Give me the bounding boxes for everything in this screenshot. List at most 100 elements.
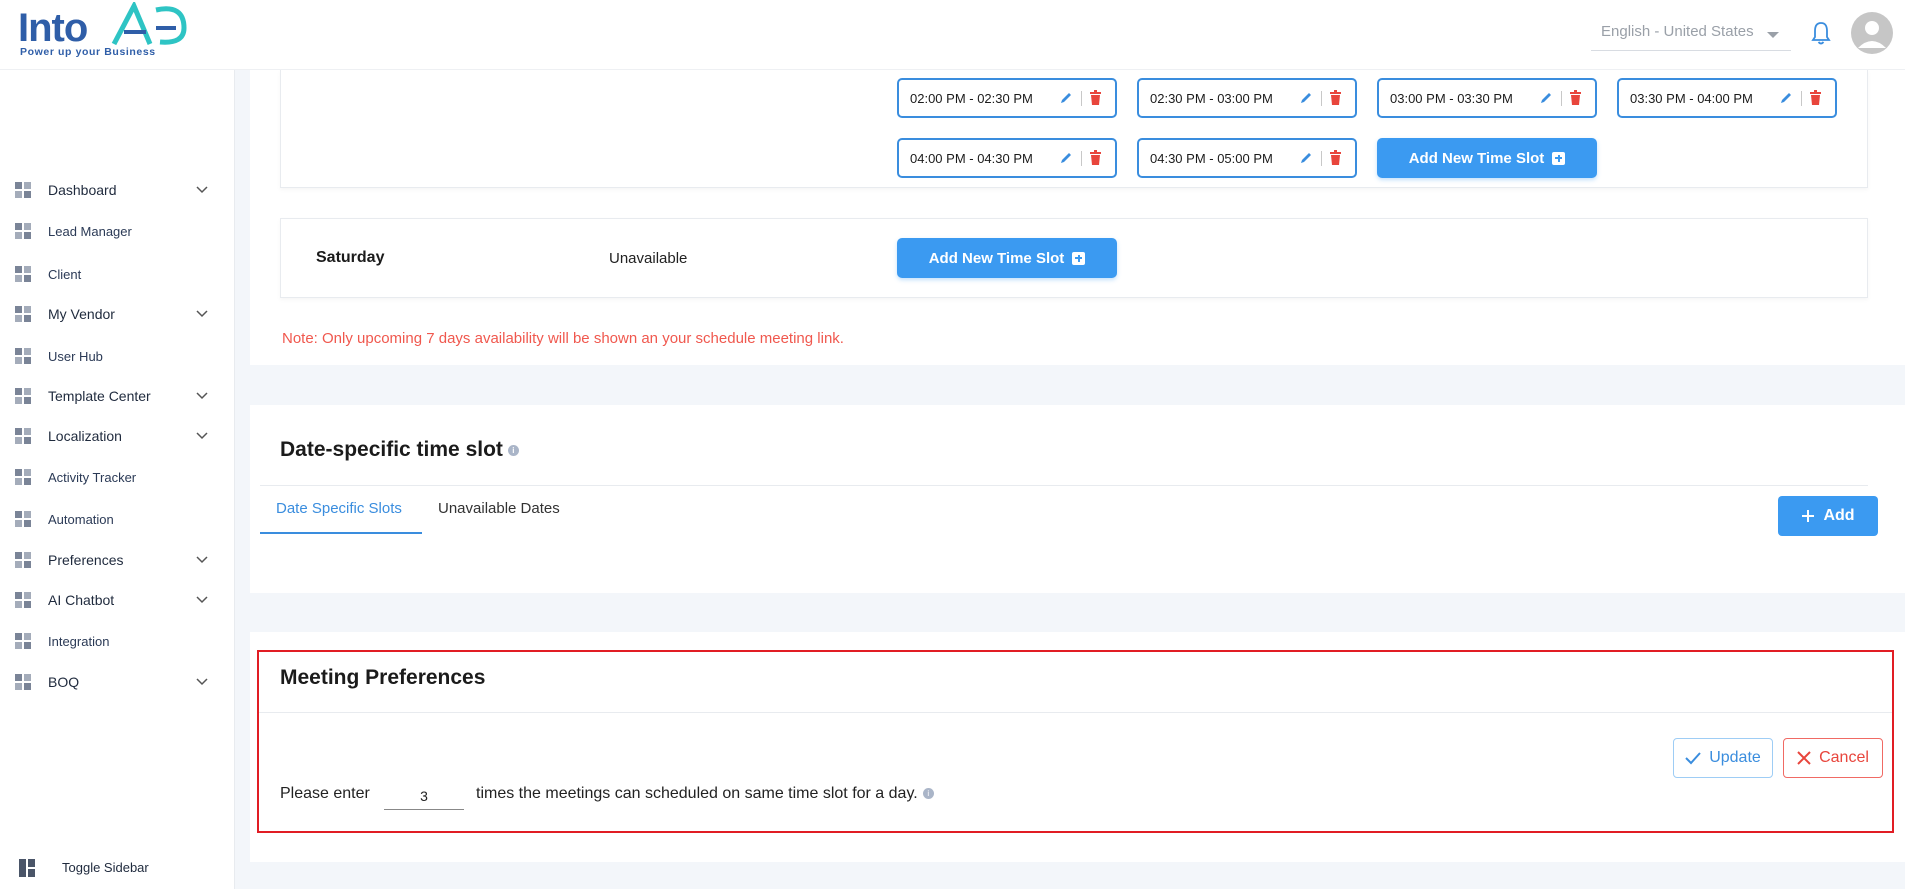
- check-icon: [1685, 752, 1701, 765]
- date-specific-card: [250, 405, 1905, 593]
- edit-icon[interactable]: [1299, 151, 1313, 165]
- top-header: Into Power up your Business English - Un…: [0, 0, 1905, 70]
- activity-icon: [15, 469, 31, 485]
- edit-icon[interactable]: [1059, 151, 1073, 165]
- meeting-preferences-title: Meeting Preferences: [280, 666, 486, 689]
- add-date-slot-label: Add: [1823, 507, 1855, 524]
- sidebar-item-automation[interactable]: Automation: [0, 501, 235, 537]
- sidebar-item-boq[interactable]: BOQ: [0, 664, 235, 700]
- sidebar-item-preferences[interactable]: Preferences: [0, 542, 235, 578]
- tab-date-specific-slots-label: Date Specific Slots: [276, 500, 402, 517]
- chevron-down-icon[interactable]: [196, 432, 208, 440]
- plus-square-icon: [1072, 251, 1086, 265]
- sidebar-item-activity-tracker[interactable]: Activity Tracker: [0, 459, 235, 495]
- time-slot: 03:30 PM - 04:00 PM: [1617, 78, 1837, 118]
- client-icon: [15, 266, 31, 282]
- time-slot: 04:00 PM - 04:30 PM: [897, 138, 1117, 178]
- separator: [1321, 91, 1322, 106]
- sidebar-item-ai-chatbot[interactable]: AI Chatbot: [0, 582, 235, 618]
- edit-icon[interactable]: [1299, 91, 1313, 105]
- sidebar-item-lead-manager[interactable]: Lead Manager: [0, 213, 235, 249]
- dashboard-icon: [15, 182, 31, 198]
- date-specific-title-text: Date-specific time slot: [280, 438, 503, 461]
- language-select[interactable]: English - United States: [1591, 16, 1791, 51]
- bell-icon[interactable]: [1810, 20, 1832, 46]
- trash-icon[interactable]: [1089, 90, 1102, 105]
- boq-icon: [15, 674, 31, 690]
- sidebar-item-user-hub[interactable]: User Hub: [0, 338, 235, 374]
- tab-unavailable-dates-label: Unavailable Dates: [438, 500, 560, 517]
- chevron-down-icon[interactable]: [196, 186, 208, 194]
- trash-icon[interactable]: [1569, 90, 1582, 105]
- toggle-sidebar-button[interactable]: Toggle Sidebar: [0, 850, 235, 886]
- sidebar-item-label: My Vendor: [48, 306, 115, 322]
- edit-icon[interactable]: [1539, 91, 1553, 105]
- tab-date-specific-slots[interactable]: Date Specific Slots: [260, 500, 422, 534]
- sidebar-item-label: Template Center: [48, 388, 151, 404]
- sidebar-item-dashboard[interactable]: Dashboard: [0, 172, 235, 208]
- chevron-down-icon[interactable]: [196, 678, 208, 686]
- sidebar-item-label: Automation: [48, 511, 114, 527]
- user-avatar[interactable]: [1851, 12, 1893, 54]
- preferences-icon: [15, 552, 31, 568]
- chevron-down-icon[interactable]: [196, 392, 208, 400]
- logo-tagline: Power up your Business: [20, 46, 156, 58]
- time-slot-label: 02:00 PM - 02:30 PM: [910, 91, 1033, 106]
- sidebar-item-label: User Hub: [48, 348, 103, 364]
- info-icon[interactable]: i: [507, 444, 519, 456]
- saturday-add-time-slot-label: Add New Time Slot: [928, 249, 1065, 267]
- separator: [1801, 91, 1802, 106]
- sidebar-item-label: BOQ: [48, 674, 80, 690]
- chevron-down-icon[interactable]: [196, 310, 208, 318]
- toggle-sidebar-label: Toggle Sidebar: [62, 860, 149, 875]
- time-slot: 04:30 PM - 05:00 PM: [1137, 138, 1357, 178]
- cancel-button[interactable]: Cancel: [1783, 738, 1883, 778]
- sidebar-item-localization[interactable]: Localization: [0, 418, 235, 454]
- edit-icon[interactable]: [1779, 91, 1793, 105]
- add-date-slot-button[interactable]: Add: [1778, 496, 1878, 536]
- sidebar-item-label: Client: [48, 266, 82, 282]
- integration-icon: [15, 633, 31, 649]
- plus-square-icon: [1552, 151, 1566, 165]
- edit-icon[interactable]: [1059, 91, 1073, 105]
- sidebar-item-my-vendor[interactable]: My Vendor: [0, 296, 235, 332]
- layout-icon: [19, 859, 35, 877]
- meeting-preferences-text-after: times the meetings can scheduled on same…: [476, 785, 934, 803]
- saturday-add-time-slot-button[interactable]: Add New Time Slot: [897, 238, 1117, 278]
- meeting-preferences-text-after-label: times the meetings can scheduled on same…: [476, 785, 918, 802]
- update-button-label: Update: [1709, 749, 1761, 766]
- chevron-down-icon[interactable]: [196, 596, 208, 604]
- divider: [259, 712, 1892, 713]
- sidebar-item-template-center[interactable]: Template Center: [0, 378, 235, 414]
- sidebar-item-integration[interactable]: Integration: [0, 623, 235, 659]
- meetings-per-slot-input[interactable]: [384, 782, 464, 810]
- sidebar-item-label: Dashboard: [48, 182, 117, 198]
- time-slot-label: 03:30 PM - 04:00 PM: [1630, 91, 1753, 106]
- time-slot-label: 03:00 PM - 03:30 PM: [1390, 91, 1513, 106]
- info-icon[interactable]: i: [922, 788, 934, 800]
- chatbot-icon: [15, 592, 31, 608]
- trash-icon[interactable]: [1089, 150, 1102, 165]
- separator: [1081, 91, 1082, 106]
- add-new-time-slot-button[interactable]: Add New Time Slot: [1377, 138, 1597, 178]
- template-icon: [15, 388, 31, 404]
- separator: [1561, 91, 1562, 106]
- update-button[interactable]: Update: [1673, 738, 1773, 778]
- user-icon: [15, 348, 31, 364]
- chevron-down-icon[interactable]: [196, 556, 208, 564]
- logo-mark-icon: [111, 2, 187, 46]
- tab-unavailable-dates[interactable]: Unavailable Dates: [438, 500, 560, 534]
- trash-icon[interactable]: [1329, 90, 1342, 105]
- trash-icon[interactable]: [1329, 150, 1342, 165]
- time-slot: 03:00 PM - 03:30 PM: [1377, 78, 1597, 118]
- cancel-button-label: Cancel: [1819, 749, 1869, 766]
- time-slot-label: 04:30 PM - 05:00 PM: [1150, 151, 1273, 166]
- trash-icon[interactable]: [1809, 90, 1822, 105]
- plus-icon: [1802, 510, 1815, 522]
- sidebar-item-label: Lead Manager: [48, 223, 132, 239]
- meeting-preferences-highlight: [257, 650, 1894, 833]
- time-slot: 02:00 PM - 02:30 PM: [897, 78, 1117, 118]
- lead-manager-icon: [15, 223, 31, 239]
- sidebar-item-client[interactable]: Client: [0, 256, 235, 292]
- logo[interactable]: Into Power up your Business: [18, 0, 187, 62]
